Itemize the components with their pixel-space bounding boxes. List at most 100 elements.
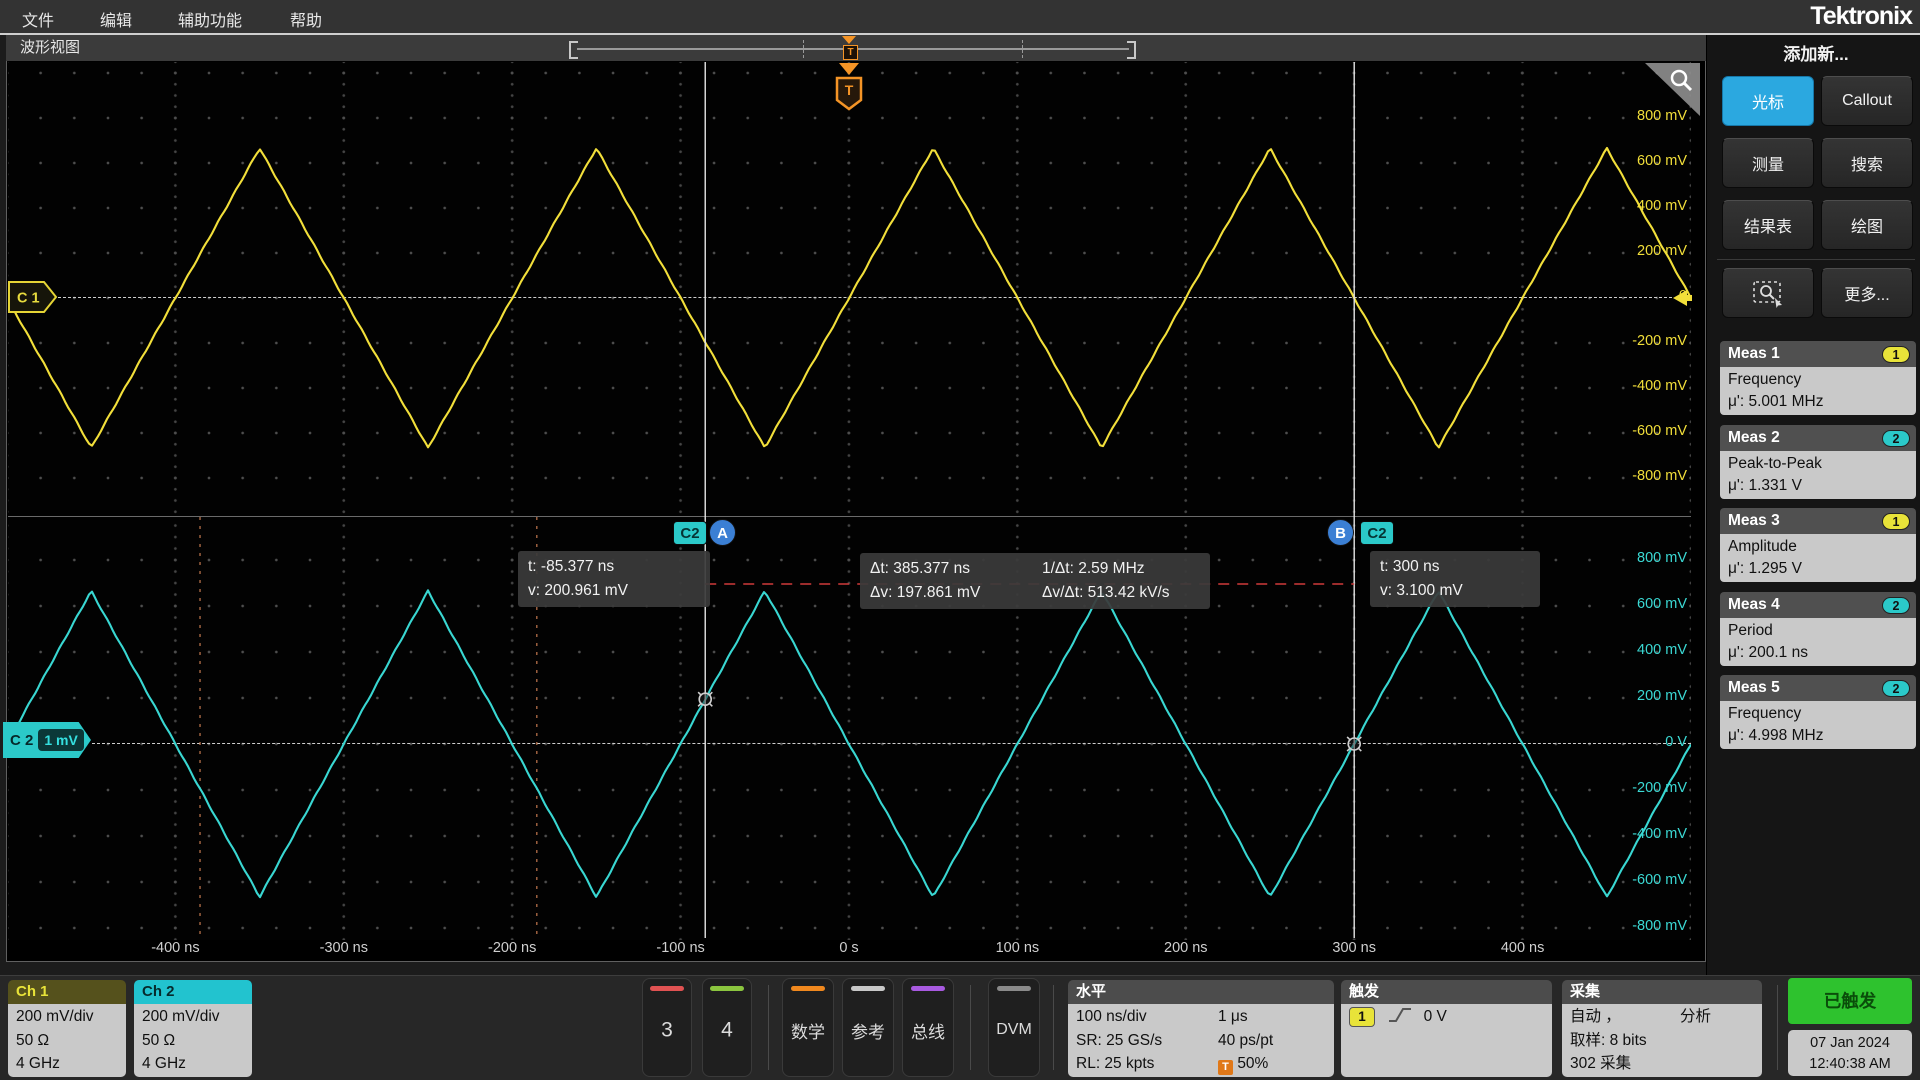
- meas-5-item[interactable]: Meas 52 Frequencyμ': 4.998 MHz: [1720, 675, 1916, 749]
- meas-3-type: Amplitude: [1728, 536, 1908, 558]
- overview-bracket-left[interactable]: [569, 41, 578, 59]
- meas-5-source-badge: 2: [1882, 680, 1910, 697]
- triggered-status-button[interactable]: 已触发: [1788, 978, 1912, 1024]
- menu-utility[interactable]: 辅助功能: [178, 7, 242, 31]
- sidebar-divider: [1717, 259, 1915, 260]
- time-axis-label-0: 0 s: [804, 940, 894, 956]
- acquisition-badge[interactable]: 采集 自动 ，分析 取样: 8 bits 302 采集: [1562, 980, 1762, 1077]
- cursor-a-time: t: -85.377 ns: [528, 555, 700, 579]
- ch1-zero-arrow[interactable]: [1673, 290, 1687, 306]
- acq-mode: 自动 ，: [1570, 1008, 1621, 1025]
- trigger-badge[interactable]: 触发 1 0 V: [1341, 980, 1552, 1077]
- separator: [1777, 985, 1778, 1070]
- delta-t: Δt: 385.377 ns: [870, 557, 1042, 581]
- add-cursor-button[interactable]: 光标: [1722, 76, 1814, 126]
- record-length: RL: 25 kpts: [1076, 1052, 1334, 1076]
- add-search-button[interactable]: 搜索: [1821, 138, 1913, 188]
- inv-delta-t: 1/Δt: 2.59 MHz: [1042, 557, 1145, 581]
- meas-3-item[interactable]: Meas 31 Amplitudeμ': 1.295 V: [1720, 508, 1916, 582]
- more-button[interactable]: 更多...: [1821, 268, 1913, 318]
- time-axis-label-200: 200 ns: [1141, 940, 1231, 956]
- ch1-reference-badge[interactable]: C 1: [8, 281, 58, 314]
- meas-2-value: μ': 1.331 V: [1728, 475, 1908, 497]
- cursor-a-badge[interactable]: A: [709, 519, 736, 546]
- menu-help[interactable]: 帮助: [290, 7, 322, 31]
- dvm-button-label: DVM: [989, 1020, 1039, 1038]
- ch1-settings-badge[interactable]: Ch 1 200 mV/div 50 Ω 4 GHz: [8, 980, 126, 1077]
- ch1-impedance: 50 Ω: [16, 1029, 126, 1053]
- add-measure-button[interactable]: 测量: [1722, 138, 1814, 188]
- ch2-settings-badge[interactable]: Ch 2 200 mV/div 50 Ω 4 GHz: [134, 980, 252, 1077]
- meas-1-type: Frequency: [1728, 369, 1908, 391]
- menu-edit[interactable]: 编辑: [100, 7, 132, 31]
- ch4-button-label: 4: [703, 1018, 751, 1042]
- c1-axis-label--800: -800 mV: [1597, 468, 1687, 484]
- acq-analyze: 分析: [1680, 1005, 1711, 1029]
- zoom-select-button[interactable]: [1722, 268, 1814, 318]
- meas-2-type: Peak-to-Peak: [1728, 453, 1908, 475]
- waveform-view-title: 波形视图: [20, 39, 80, 56]
- zoom-select-icon: [1751, 278, 1785, 308]
- cursor-b-time: t: 300 ns: [1380, 555, 1530, 579]
- ch4-button[interactable]: 4: [702, 978, 752, 1077]
- ch3-button[interactable]: 3: [642, 978, 692, 1077]
- horizontal-title: 水平: [1076, 983, 1106, 1000]
- ref-button[interactable]: 参考: [842, 978, 894, 1077]
- time-axis-label-400: 400 ns: [1478, 940, 1568, 956]
- math-button[interactable]: 数学: [782, 978, 834, 1077]
- trigger-position-icon: T: [1218, 1060, 1233, 1075]
- add-results-table-button[interactable]: 结果表: [1722, 200, 1814, 250]
- cursor-delta-readout[interactable]: Δt: 385.377 ns1/Δt: 2.59 MHz Δv: 197.861…: [860, 553, 1210, 609]
- c2-axis-label--200: -200 mV: [1597, 780, 1687, 796]
- c1-axis-label--200: -200 mV: [1597, 333, 1687, 349]
- dvm-button[interactable]: DVM: [988, 978, 1040, 1077]
- trigger-marker-label: T: [845, 82, 854, 98]
- meas-2-item[interactable]: Meas 22 Peak-to-Peakμ': 1.331 V: [1720, 425, 1916, 499]
- trigger-marker-small[interactable]: T: [843, 45, 858, 60]
- trigger-level-arrow[interactable]: [839, 63, 859, 75]
- ch2-scale: 200 mV/div: [142, 1005, 252, 1029]
- meas-1-source-badge: 1: [1882, 346, 1910, 363]
- cursor-a-source-badge[interactable]: C2: [673, 521, 707, 545]
- acq-sampling: 取样: 8 bits: [1570, 1029, 1762, 1053]
- ch2-label: Ch 2: [142, 983, 175, 1000]
- meas-3-source-badge: 1: [1882, 513, 1910, 530]
- tekscope-app: 文件 编辑 辅助功能 帮助 Tektronix 波形视图 T ⋮ 800 mV6…: [0, 0, 1920, 1080]
- waveform-canvas[interactable]: [8, 62, 1691, 940]
- c1-axis-label--600: -600 mV: [1597, 423, 1687, 439]
- cursor-b-voltage: v: 3.100 mV: [1380, 579, 1530, 603]
- c1-axis-label-600: 600 mV: [1597, 153, 1687, 169]
- meas-2-title: Meas 2: [1728, 425, 1780, 451]
- add-plot-button[interactable]: 绘图: [1821, 200, 1913, 250]
- separator: [970, 985, 971, 1070]
- trigger-position-arrow-small[interactable]: [842, 36, 856, 44]
- c2-axis-label-600: 600 mV: [1597, 596, 1687, 612]
- menu-file[interactable]: 文件: [22, 7, 54, 31]
- svg-text:C 1: C 1: [17, 291, 40, 307]
- bus-button[interactable]: 总线: [902, 978, 954, 1077]
- meas-5-value: μ': 4.998 MHz: [1728, 725, 1908, 747]
- waveform-c1[interactable]: [8, 148, 1691, 447]
- cursor-b-readout[interactable]: t: 300 ns v: 3.100 mV: [1370, 551, 1540, 607]
- horizontal-badge[interactable]: 水平 100 ns/div SR: 25 GS/s RL: 25 kpts 1 …: [1068, 980, 1334, 1077]
- magnifier-icon[interactable]: [1667, 67, 1695, 95]
- cursor-b-marker[interactable]: [1347, 737, 1361, 751]
- ch2-bandwidth: 4 GHz: [142, 1052, 252, 1076]
- time-axis-label--300: -300 ns: [299, 940, 389, 956]
- ch2-reference-badge[interactable]: C 2 1 mV: [3, 722, 91, 758]
- meas-1-item[interactable]: Meas 11 Frequencyμ': 5.001 MHz: [1720, 341, 1916, 415]
- bus-button-label: 总线: [903, 1018, 953, 1043]
- overview-bracket-right[interactable]: [1127, 41, 1136, 59]
- cursor-b-source-badge[interactable]: C2: [1360, 521, 1394, 545]
- separator: [768, 985, 769, 1070]
- cursor-a-marker[interactable]: [698, 692, 712, 706]
- meas-4-item[interactable]: Meas 42 Periodμ': 200.1 ns: [1720, 592, 1916, 666]
- add-callout-button[interactable]: Callout: [1821, 76, 1913, 126]
- ch2-badge-value: 1 mV: [38, 729, 83, 751]
- cursor-a-readout[interactable]: t: -85.377 ns v: 200.961 mV: [518, 551, 710, 607]
- waveform-c2[interactable]: [8, 590, 1691, 897]
- trigger-marker[interactable]: T: [835, 76, 863, 112]
- datetime-display: 07 Jan 2024 12:40:38 AM: [1788, 1030, 1912, 1076]
- separator: [1053, 985, 1054, 1070]
- cursor-b-badge[interactable]: B: [1327, 519, 1354, 546]
